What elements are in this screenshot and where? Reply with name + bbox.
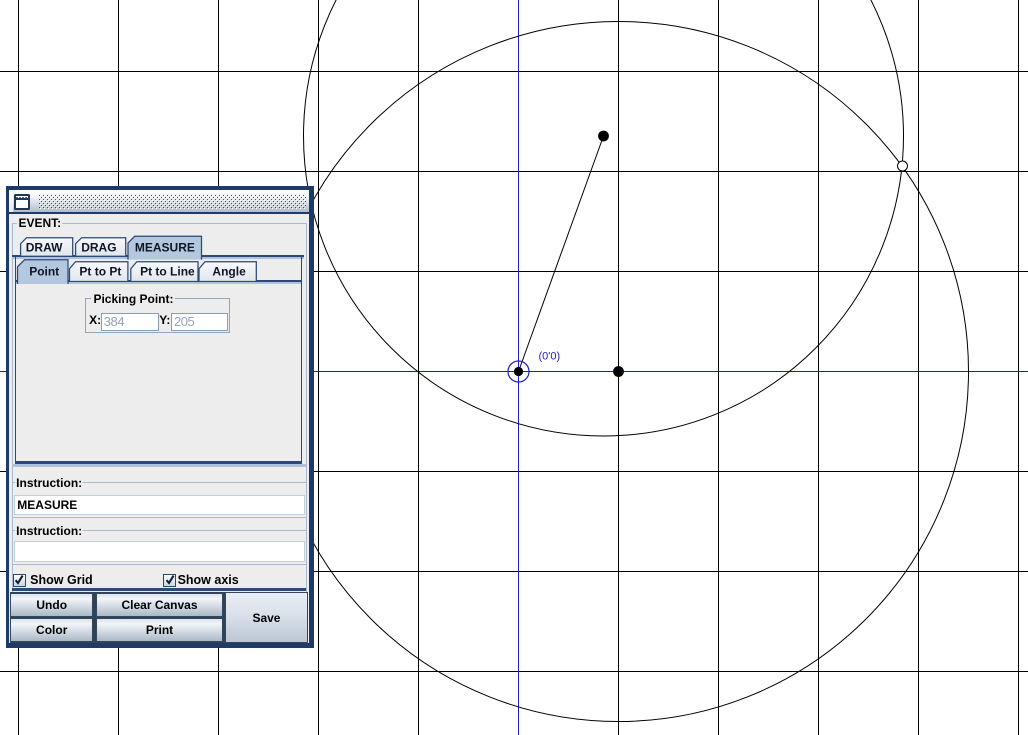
svg-text:Pt to Line: Pt to Line <box>140 264 195 278</box>
svg-text:DRAG: DRAG <box>82 240 117 254</box>
svg-text:(0'0): (0'0) <box>539 351 561 363</box>
svg-text:Angle: Angle <box>213 264 247 278</box>
svg-text:Point: Point <box>29 264 59 278</box>
svg-text:MEASURE: MEASURE <box>135 240 195 254</box>
svg-text:Pt to Pt: Pt to Pt <box>80 264 122 278</box>
svg-text:DRAW: DRAW <box>26 240 63 254</box>
